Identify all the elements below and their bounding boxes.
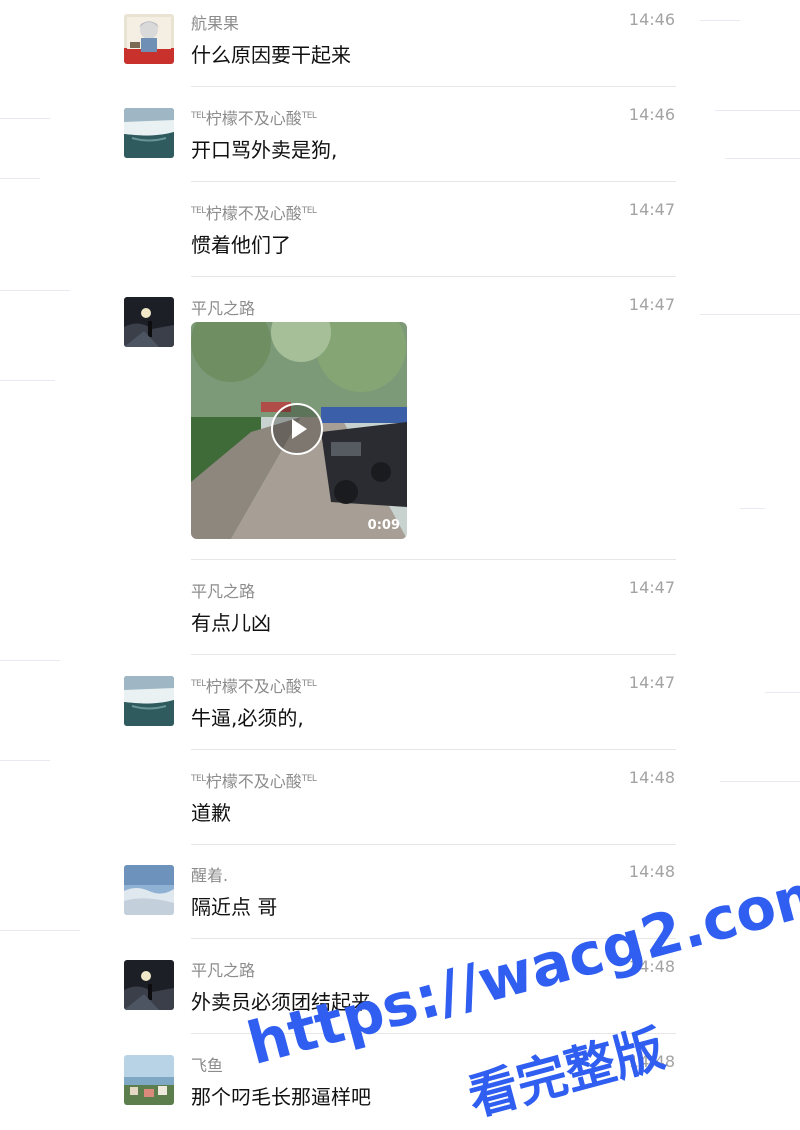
video-thumbnail[interactable]: 0:09	[191, 322, 407, 539]
watermark-caption: 看完整版	[462, 1019, 671, 1128]
sender-name-text: 航果果	[191, 14, 240, 33]
sender-prefix: TEL	[191, 206, 206, 216]
message-text[interactable]: 隔近点 哥	[191, 891, 277, 920]
sender-suffix: TEL	[301, 111, 317, 121]
message-text[interactable]: 惯着他们了	[191, 229, 291, 258]
sender-name: 平凡之路	[191, 295, 255, 319]
avatar[interactable]	[124, 297, 174, 347]
message-time: 14:47	[628, 578, 675, 597]
divider	[191, 276, 676, 277]
sender-name: 醒着.	[191, 862, 228, 886]
sender-name: 平凡之路	[191, 578, 255, 602]
sender-name-text: 醒着.	[191, 866, 229, 885]
sender-suffix: TEL	[301, 774, 317, 784]
sender-name: TEL柠檬不及心酸TEL	[191, 673, 317, 697]
message-time: 14:48	[628, 862, 675, 881]
night-street-avatar-icon	[124, 297, 174, 347]
sender-prefix: TEL	[191, 679, 206, 689]
night-street-avatar-icon	[124, 960, 174, 1010]
background-streak	[0, 290, 70, 291]
message-text[interactable]: 有点儿凶	[191, 607, 271, 636]
avatar[interactable]	[124, 865, 174, 915]
background-streak	[0, 930, 80, 931]
divider	[191, 749, 676, 750]
avatar[interactable]	[124, 960, 174, 1010]
background-streak	[0, 660, 60, 661]
sender-name-text: 平凡之路	[191, 582, 256, 601]
background-streak	[0, 380, 55, 381]
message-text[interactable]: 开口骂外卖是狗,	[191, 134, 337, 163]
avatar[interactable]	[124, 108, 174, 158]
waterfall-avatar-icon	[124, 108, 174, 158]
background-streak	[715, 110, 800, 111]
sender-name-text: 柠檬不及心酸	[205, 677, 302, 696]
waterfall-avatar-icon	[124, 676, 174, 726]
background-streak	[720, 781, 800, 782]
divider	[191, 181, 676, 182]
sender-name-text: 飞鱼	[191, 1056, 224, 1075]
message-time: 14:47	[628, 200, 675, 219]
sender-name-text: 平凡之路	[191, 299, 256, 318]
message-text[interactable]: 牛逼,必须的,	[191, 702, 304, 731]
video-duration: 0:09	[367, 518, 400, 533]
divider	[191, 559, 676, 560]
sky-clouds-avatar-icon	[124, 865, 174, 915]
coastal-town-avatar-icon	[124, 1055, 174, 1105]
divider	[191, 86, 676, 87]
background-streak	[700, 20, 740, 21]
message-time: 14:47	[628, 295, 675, 314]
background-streak	[740, 508, 765, 509]
sender-prefix: TEL	[191, 111, 206, 121]
message-time: 14:46	[628, 10, 675, 29]
sender-name: 平凡之路	[191, 957, 255, 981]
avatar[interactable]	[124, 1055, 174, 1105]
message-text[interactable]: 那个叼毛长那逼样吧	[191, 1081, 371, 1110]
divider	[191, 654, 676, 655]
play-button[interactable]	[271, 403, 323, 455]
play-icon	[292, 419, 307, 439]
sender-name: 航果果	[191, 10, 239, 34]
sender-suffix: TEL	[301, 206, 317, 216]
sender-name-text: 柠檬不及心酸	[205, 204, 302, 223]
message-time: 14:46	[628, 105, 675, 124]
sender-suffix: TEL	[301, 679, 317, 689]
background-streak	[725, 158, 800, 159]
sender-name: TEL柠檬不及心酸TEL	[191, 200, 317, 224]
sender-name: TEL柠檬不及心酸TEL	[191, 105, 317, 129]
sender-name-text: 平凡之路	[191, 961, 256, 980]
sender-prefix: TEL	[191, 774, 206, 784]
divider	[191, 844, 676, 845]
sender-name-text: 柠檬不及心酸	[205, 772, 302, 791]
background-streak	[700, 314, 800, 315]
sender-name: 飞鱼	[191, 1052, 223, 1076]
avatar[interactable]	[124, 14, 174, 64]
message-text[interactable]: 道歉	[191, 797, 231, 826]
anime-character-avatar-icon	[124, 14, 174, 64]
sender-name-text: 柠檬不及心酸	[205, 109, 302, 128]
avatar[interactable]	[124, 676, 174, 726]
background-streak	[0, 118, 50, 119]
background-streak	[0, 178, 40, 179]
background-streak	[0, 760, 50, 761]
message-time: 14:47	[628, 673, 675, 692]
message-time: 14:48	[628, 768, 675, 787]
message-text[interactable]: 什么原因要干起来	[191, 39, 351, 68]
sender-name: TEL柠檬不及心酸TEL	[191, 768, 317, 792]
background-streak	[765, 692, 800, 693]
